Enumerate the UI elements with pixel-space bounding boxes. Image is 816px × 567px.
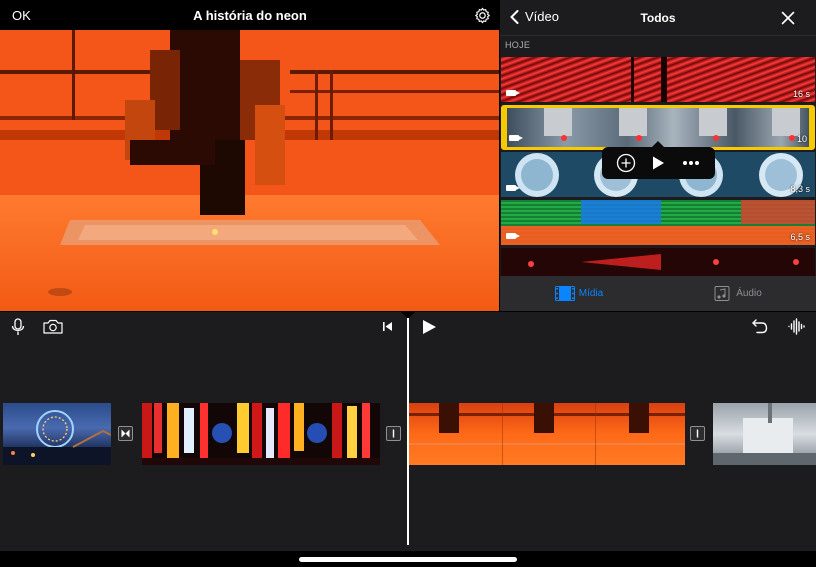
clip-thumbnail [142, 403, 380, 465]
clip-duration: 10 [796, 134, 807, 144]
tab-audio[interactable]: Áudio [658, 276, 816, 311]
clip-thumbnail [3, 410, 111, 465]
clip-action-popover [602, 141, 715, 179]
camera-icon[interactable] [43, 319, 63, 334]
video-camera-icon [506, 233, 520, 239]
clip-duration: 6,5 s [790, 232, 810, 242]
media-clip-row[interactable] [501, 248, 815, 276]
play-icon [653, 156, 665, 170]
clip-thumbnail [501, 200, 815, 245]
video-preview[interactable] [0, 30, 499, 311]
music-note-icon [714, 286, 730, 301]
browser-tab-bar: Mídia Áudio [500, 276, 816, 311]
transition-button[interactable] [118, 426, 133, 441]
cross-dissolve-icon [121, 429, 130, 438]
skip-to-start-icon[interactable] [382, 321, 393, 332]
no-transition-icon [392, 429, 395, 438]
clip-thumbnail [713, 403, 816, 465]
undo-icon[interactable] [751, 318, 768, 334]
tab-audio-label: Áudio [736, 288, 762, 299]
media-clip-row[interactable]: 6,5 s [501, 200, 815, 245]
preview-frame-image [0, 30, 499, 311]
project-title: A história do neon [193, 8, 307, 23]
clip-duration: 16 s [792, 89, 810, 99]
plus-circle-icon [617, 153, 636, 173]
top-bar: OK A história do neon [0, 0, 500, 30]
timeline-clip[interactable] [142, 403, 380, 465]
tab-media[interactable]: Mídia [500, 276, 658, 311]
audio-waveform-icon[interactable] [788, 318, 806, 335]
clip-thumbnail [501, 248, 815, 276]
ellipsis-icon [682, 161, 699, 165]
section-label-today: HOJE [505, 40, 531, 50]
clip-thumbnail [631, 57, 667, 102]
browser-header: Vídeo Todos [500, 0, 816, 36]
gear-icon[interactable] [474, 7, 491, 24]
film-strip-icon [554, 286, 575, 301]
video-camera-icon [506, 90, 520, 96]
microphone-icon[interactable] [11, 318, 25, 336]
clip-thumbnail [409, 403, 685, 465]
play-clip-button[interactable] [647, 152, 669, 174]
video-camera-icon [509, 135, 523, 141]
transition-button[interactable] [690, 426, 705, 441]
timeline-clip[interactable] [713, 403, 816, 465]
clip-duration: 8,3 s [790, 184, 810, 194]
more-options-button[interactable] [680, 152, 702, 174]
no-transition-icon [696, 429, 699, 438]
media-clip-row[interactable]: 16 s [501, 57, 815, 102]
transition-button[interactable] [386, 426, 401, 441]
add-to-project-button[interactable] [615, 152, 637, 174]
play-icon[interactable] [421, 319, 437, 335]
timeline-clip[interactable] [409, 403, 685, 465]
home-indicator[interactable] [299, 557, 517, 562]
selection-handle-right[interactable] [809, 108, 812, 147]
timeline-clip[interactable] [3, 403, 111, 465]
browser-title: Todos [640, 11, 676, 25]
close-icon[interactable] [781, 11, 795, 25]
playhead[interactable] [407, 318, 409, 545]
tab-media-label: Mídia [578, 288, 604, 299]
video-camera-icon [506, 185, 520, 191]
